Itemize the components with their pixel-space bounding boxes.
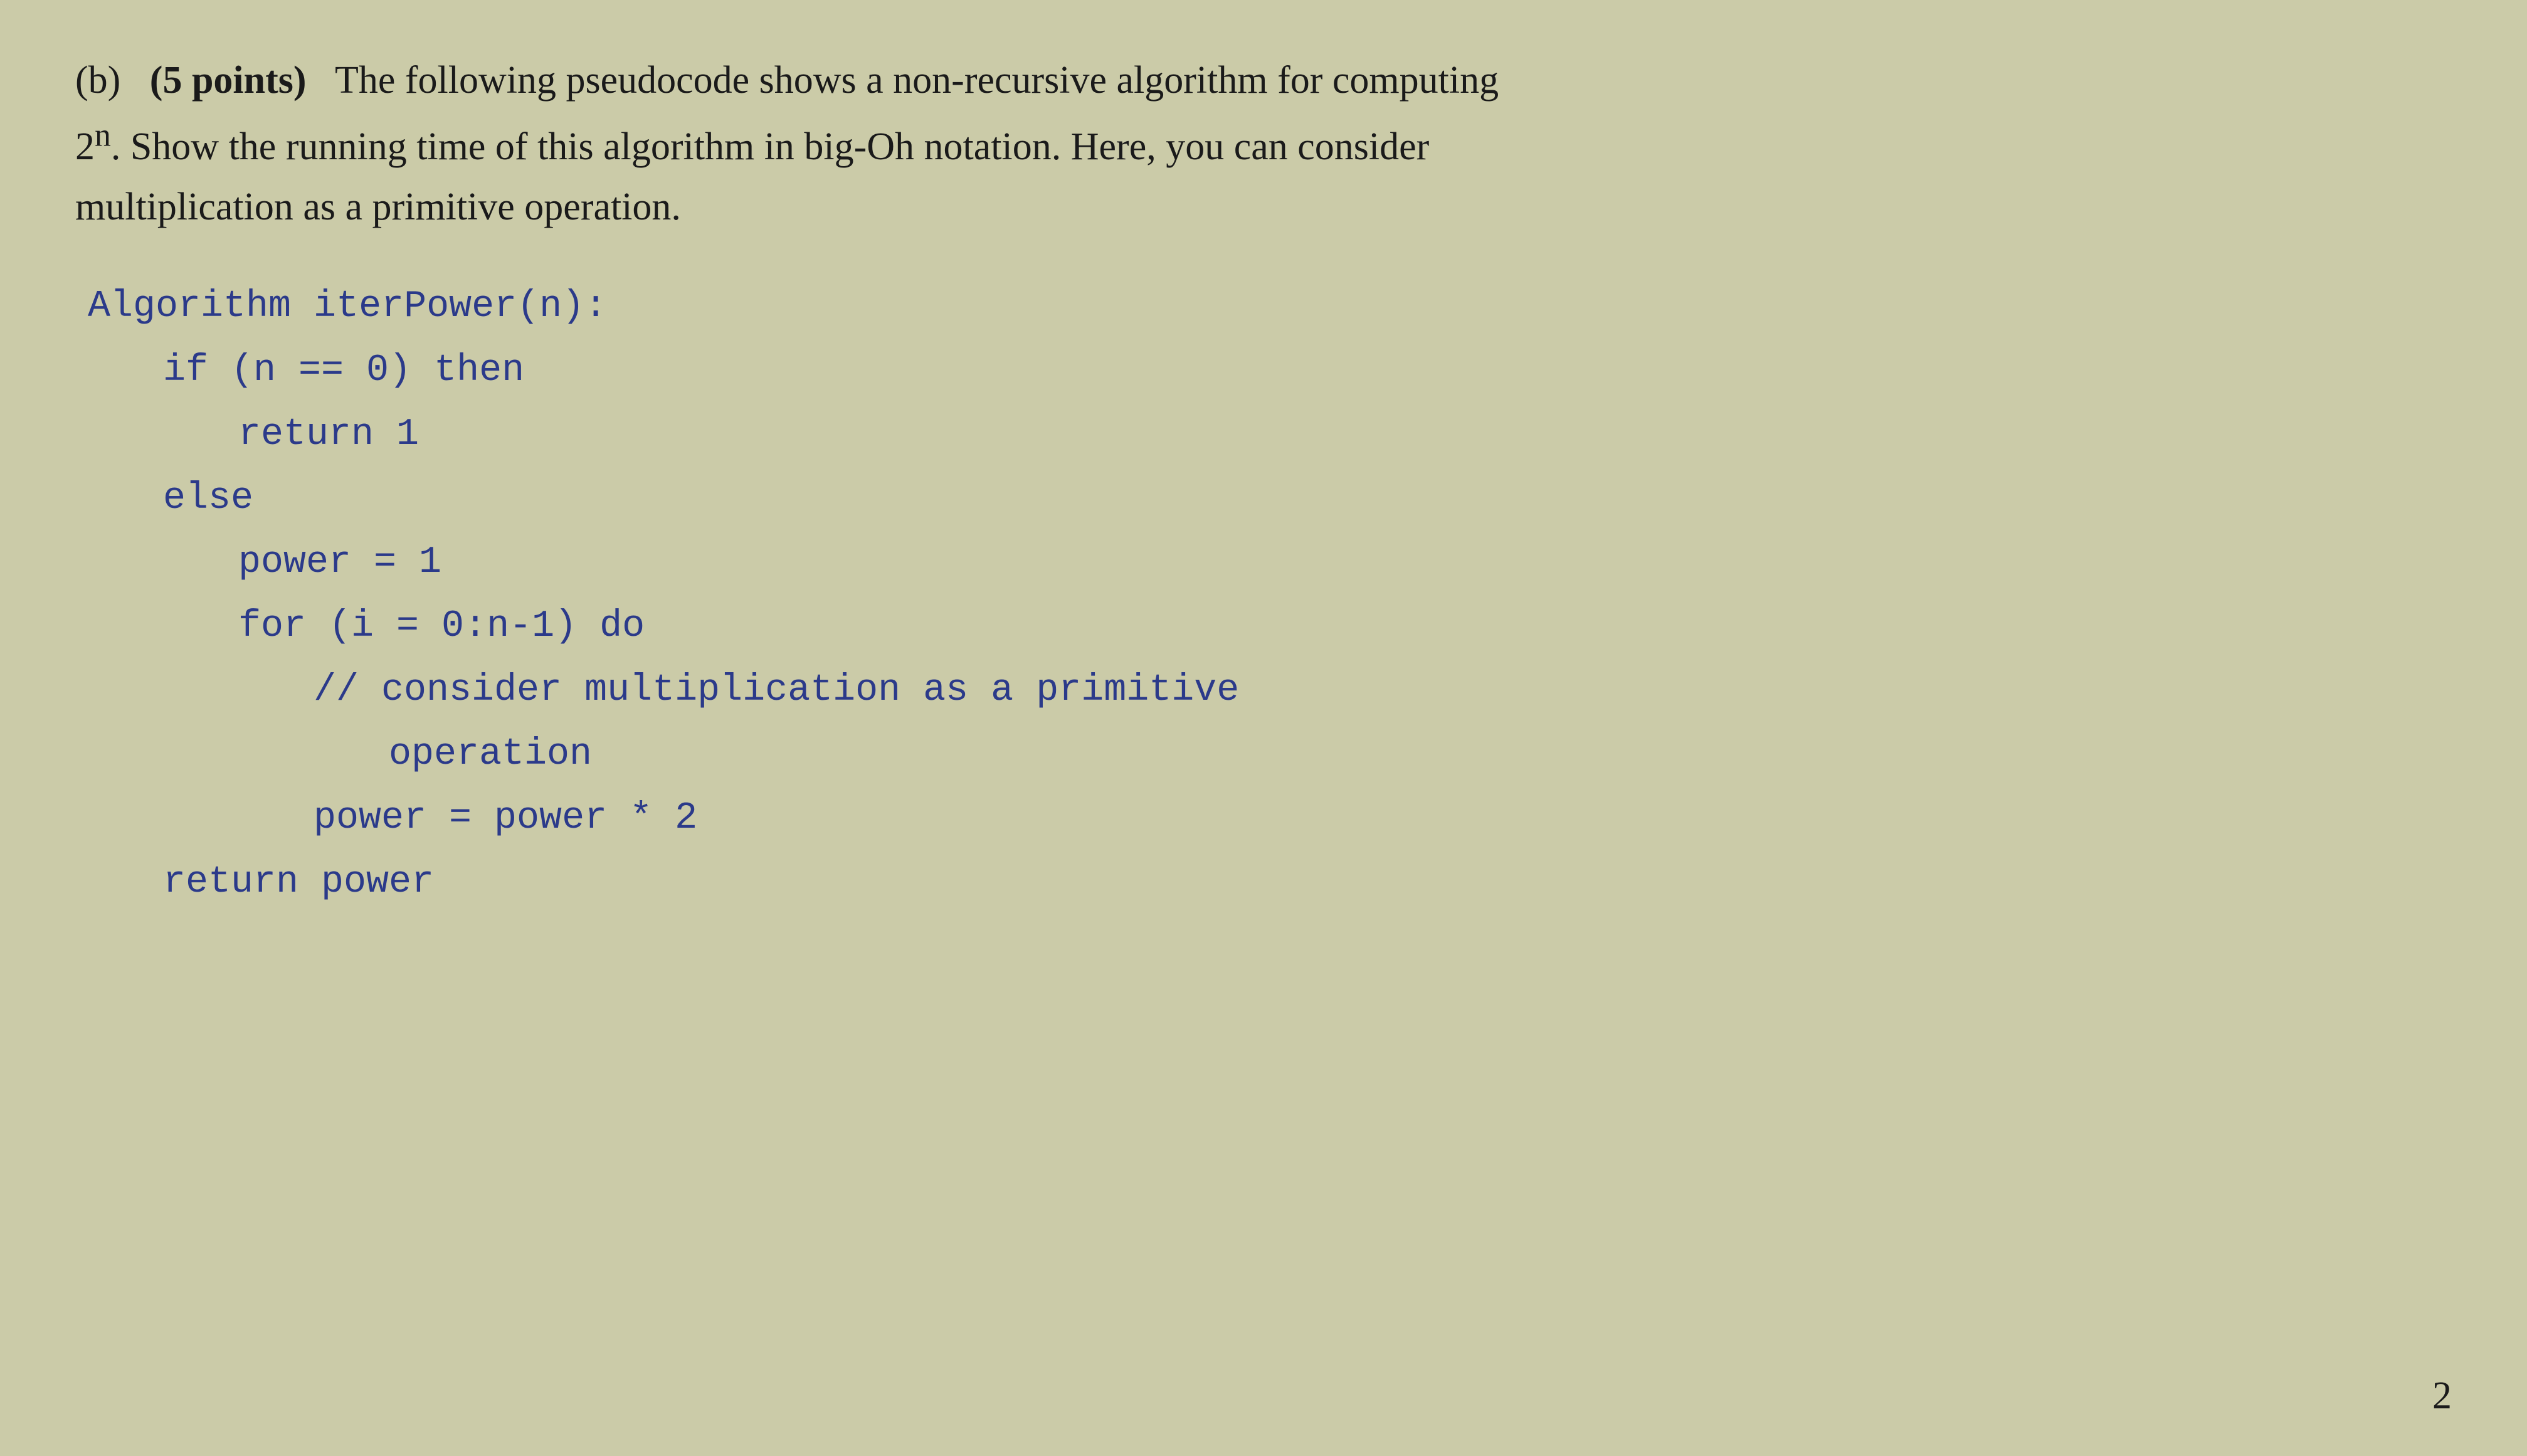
question-points: (5 points)	[150, 59, 307, 102]
page-number: 2	[2432, 1374, 2452, 1418]
code-comment-line2: operation	[88, 722, 2452, 786]
code-power-init-line: power = 1	[88, 530, 2452, 594]
code-comment-line1: // consider multiplication as a primitiv…	[88, 658, 2452, 722]
question-desc-line2: 2n. Show the running time of this algori…	[75, 125, 1429, 168]
code-for-line: for (i = 0:n-1) do	[88, 594, 2452, 658]
question-label: (b)	[75, 59, 120, 102]
code-else-line: else	[88, 467, 2452, 530]
code-algorithm-header: Algorithm iterPower(n):	[88, 275, 2452, 339]
code-if-line: if (n == 0) then	[88, 339, 2452, 403]
code-return-power-line: return power	[88, 850, 2452, 914]
code-power-assign-line: power = power * 2	[88, 786, 2452, 850]
question-desc-line3: multiplication as a primitive operation.	[75, 186, 681, 228]
code-block: Algorithm iterPower(n): if (n == 0) then…	[75, 275, 2452, 914]
code-return1-line: return 1	[88, 403, 2452, 467]
page-container: (b) (5 points) The following pseudocode …	[0, 0, 2527, 1456]
question-text: (b) (5 points) The following pseudocode …	[75, 50, 2452, 237]
question-desc-line1: The following pseudocode shows a non-rec…	[335, 59, 1499, 102]
